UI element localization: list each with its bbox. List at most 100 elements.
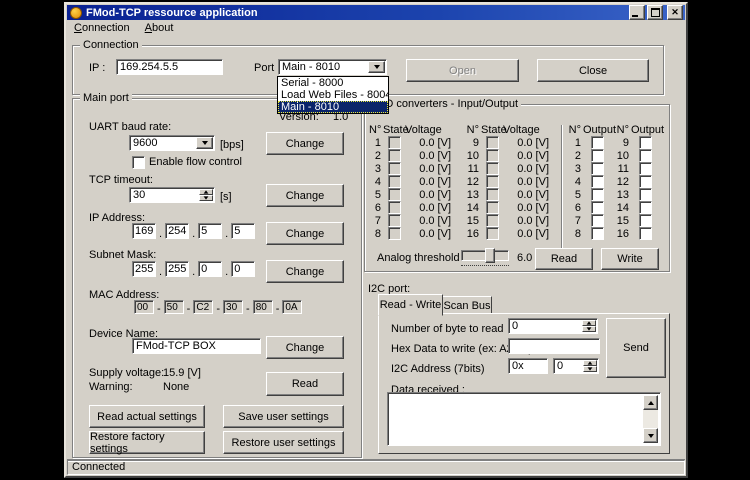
threshold-slider-ticks <box>461 262 509 266</box>
ip-octets-field[interactable]: 169 <box>132 223 156 239</box>
i2c-address-prefix-input[interactable]: 0x <box>508 358 548 374</box>
read-actual-settings-button[interactable]: Read actual settings <box>89 405 205 428</box>
threshold-slider-thumb[interactable] <box>485 248 495 263</box>
port-option[interactable]: Serial - 8000 <box>278 77 388 89</box>
change-device-name-button[interactable]: Change <box>266 336 344 359</box>
ad-output-checkbox[interactable] <box>591 227 604 240</box>
ad-output-checkbox-wrap <box>631 214 659 227</box>
spin-down-icon[interactable] <box>582 326 596 332</box>
ip-octets-field[interactable]: 5 <box>231 223 255 239</box>
vertical-scrollbar[interactable] <box>643 395 658 443</box>
ad-output-checkbox-wrap <box>583 188 611 201</box>
ad-output-checkbox[interactable] <box>639 162 652 175</box>
bytes-spin-buttons[interactable] <box>582 320 596 332</box>
port-option[interactable]: Main - 8010 <box>278 101 388 113</box>
octet-separator: . <box>159 229 162 239</box>
subnet-octets-field[interactable]: 255 <box>165 261 189 277</box>
ad-column-header: N° <box>567 124 583 136</box>
ad-output-checkbox[interactable] <box>591 201 604 214</box>
scroll-up-icon[interactable] <box>643 395 658 410</box>
ad-input-number: 14 <box>461 202 481 214</box>
ad-output-checkbox[interactable] <box>591 188 604 201</box>
save-user-settings-button[interactable]: Save user settings <box>223 405 344 428</box>
ad-voltage-value: 0.0 [V] <box>503 137 553 149</box>
device-name-input[interactable]: FMod-TCP BOX <box>132 338 261 354</box>
octet-separator: - <box>216 304 220 314</box>
ad-state-checkbox-wrap <box>383 188 405 201</box>
ad-column-header: Voltage <box>503 124 553 136</box>
addr-spin-buttons[interactable] <box>583 360 597 372</box>
restore-factory-settings-button[interactable]: Restore factory settings <box>89 431 205 454</box>
close-button[interactable]: ✕ <box>667 5 683 20</box>
octet-separator: . <box>225 267 228 277</box>
tcp-timeout-spinner[interactable]: 30 <box>129 187 215 203</box>
octet-separator: . <box>192 229 195 239</box>
ad-input-number: 4 <box>369 176 383 188</box>
connection-group-label: Connection <box>80 39 142 51</box>
ad-output-checkbox[interactable] <box>591 214 604 227</box>
i2c-tab-read-write[interactable]: Read - Write <box>378 294 443 316</box>
change-subnet-button[interactable]: Change <box>266 260 344 283</box>
ad-output-checkbox[interactable] <box>639 227 652 240</box>
ad-output-checkbox[interactable] <box>591 175 604 188</box>
ad-output-checkbox[interactable] <box>639 188 652 201</box>
ad-divider <box>561 125 563 249</box>
ad-output-checkbox[interactable] <box>639 201 652 214</box>
ad-state-checkbox <box>486 214 499 227</box>
hex-data-input[interactable] <box>508 338 600 354</box>
menu-connection[interactable]: Connection <box>74 22 130 34</box>
port-combobox[interactable]: Main - 8010 <box>278 59 387 75</box>
ad-output-number: 6 <box>567 202 583 214</box>
ad-input-number: 16 <box>461 228 481 240</box>
ad-output-checkbox[interactable] <box>591 136 604 149</box>
port-dropdown-button[interactable] <box>368 61 385 73</box>
restore-user-settings-button[interactable]: Restore user settings <box>223 431 344 454</box>
ad-output-checkbox[interactable] <box>639 136 652 149</box>
i2c-address-spinner[interactable]: 0 <box>553 358 599 374</box>
ad-voltage-value: 0.0 [V] <box>405 202 455 214</box>
menu-about[interactable]: About <box>145 22 174 34</box>
subnet-octets-field[interactable]: 0 <box>198 261 222 277</box>
ip-octets-field[interactable]: 5 <box>198 223 222 239</box>
ad-input-number: 5 <box>369 189 383 201</box>
change-ip-button[interactable]: Change <box>266 222 344 245</box>
ad-output-checkbox[interactable] <box>639 214 652 227</box>
ip-octets-field[interactable]: 254 <box>165 223 189 239</box>
title-bar: FMod-TCP ressource application ✕ <box>67 5 685 20</box>
ad-output-checkbox-wrap <box>631 201 659 214</box>
change-tcp-timeout-button[interactable]: Change <box>266 184 344 207</box>
baud-rate-combobox[interactable]: 9600 <box>129 135 215 151</box>
ip-input[interactable]: 169.254.5.5 <box>116 59 223 75</box>
octet-separator: . <box>159 267 162 277</box>
maximize-button[interactable] <box>647 5 663 20</box>
subnet-octets-field[interactable]: 0 <box>231 261 255 277</box>
subnet-octets-field[interactable]: 255 <box>132 261 156 277</box>
octet-separator: - <box>276 304 280 314</box>
read-supply-button[interactable]: Read <box>266 372 344 396</box>
data-received-textarea[interactable] <box>387 392 661 446</box>
ad-write-button[interactable]: Write <box>601 248 659 270</box>
ad-output-checkbox[interactable] <box>591 149 604 162</box>
spin-down-icon[interactable] <box>199 195 213 201</box>
ad-output-checkbox[interactable] <box>591 162 604 175</box>
ad-output-checkbox[interactable] <box>639 175 652 188</box>
ad-state-checkbox-wrap <box>481 136 503 149</box>
baud-dropdown-button[interactable] <box>196 137 213 149</box>
ad-table: N°StateVoltageN°StateVoltageN°OutputN°Ou… <box>369 123 659 240</box>
minimize-button[interactable] <box>629 5 645 20</box>
main-port-group: Main port Version: 1.0 UART baud rate: 9… <box>72 98 362 458</box>
tcp-timeout-spin-buttons[interactable] <box>199 189 213 201</box>
ad-output-checkbox-wrap <box>583 175 611 188</box>
bytes-to-read-spinner[interactable]: 0 <box>508 318 598 334</box>
scroll-down-icon[interactable] <box>643 428 658 443</box>
send-button[interactable]: Send <box>606 318 666 378</box>
ad-output-number: 1 <box>567 137 583 149</box>
change-baud-button[interactable]: Change <box>266 132 344 155</box>
close-connection-button[interactable]: Close <box>537 59 649 82</box>
ad-read-button[interactable]: Read <box>535 248 593 270</box>
ad-input-number: 8 <box>369 228 383 240</box>
flow-control-checkbox[interactable] <box>132 156 145 169</box>
port-option[interactable]: Load Web Files - 8004 <box>278 89 388 101</box>
ad-output-checkbox[interactable] <box>639 149 652 162</box>
spin-down-icon[interactable] <box>583 366 597 372</box>
